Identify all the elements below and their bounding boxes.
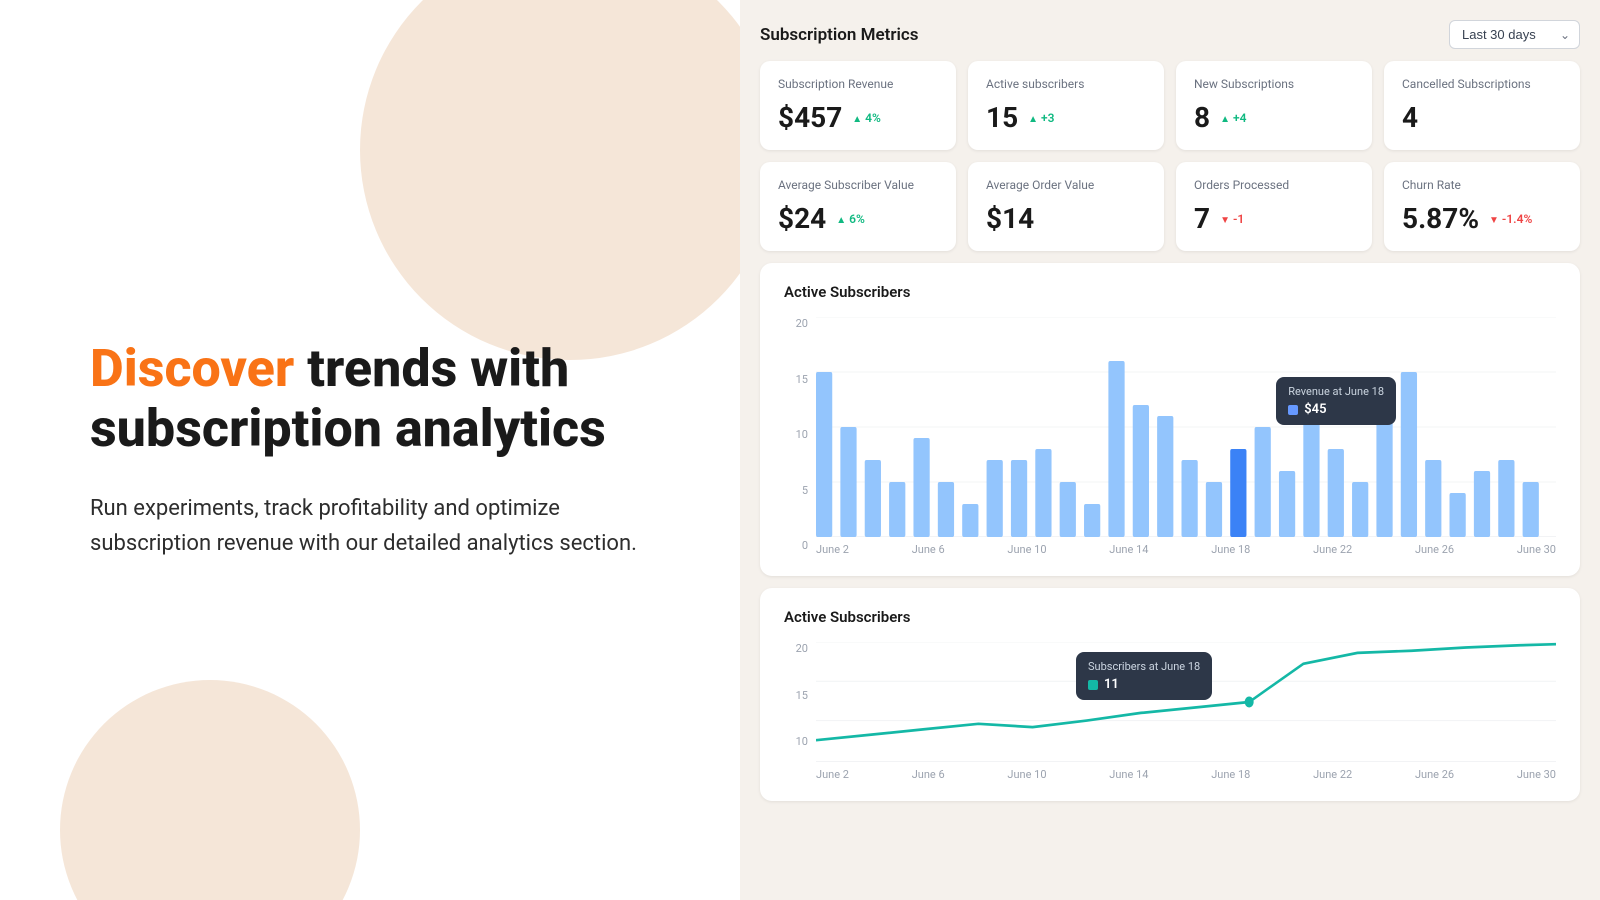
bg-shape-top [360, 0, 740, 360]
metric-label-0: Subscription Revenue [778, 77, 938, 91]
metric-value-row-5: $14 [986, 202, 1146, 235]
line-chart-svg [816, 642, 1556, 762]
metric-avg-subscriber-value: Average Subscriber Value $24 6% [760, 162, 956, 251]
metric-value-row-6: 7 -1 [1194, 202, 1354, 235]
date-filter-wrapper[interactable]: Last 30 days Last 7 days Last 90 days La… [1449, 20, 1580, 49]
metric-change-7: -1.4% [1489, 212, 1532, 226]
bar-chart-title: Active Subscribers [784, 283, 1556, 301]
metric-label-1: Active subscribers [986, 77, 1146, 91]
hero-title: Discover trends with subscription analyt… [90, 339, 660, 459]
bar-chart-section: Active Subscribers 20 15 10 5 0 [760, 263, 1580, 576]
line-chart-area: Subscribers at June 18 11 June 2 June 6 … [816, 642, 1556, 781]
hero-subtitle: Run experiments, track profitability and… [90, 491, 660, 561]
arrow-up-icon-1 [1028, 111, 1038, 125]
arrow-down-icon-7 [1489, 212, 1499, 226]
metric-churn-rate: Churn Rate 5.87% -1.4% [1384, 162, 1580, 251]
metric-cancelled-subscriptions: Cancelled Subscriptions 4 [1384, 61, 1580, 150]
bar-chart-y-axis: 20 15 10 5 0 [784, 317, 808, 556]
metric-new-subscriptions: New Subscriptions 8 +4 [1176, 61, 1372, 150]
line-chart-y-axis: 20 15 10 [784, 642, 808, 752]
bar-chart-wrapper: 20 15 10 5 0 [784, 317, 1556, 556]
metric-active-subscribers: Active subscribers 15 +3 [968, 61, 1164, 150]
metric-value-row-1: 15 +3 [986, 101, 1146, 134]
metric-value-2: 8 [1194, 101, 1210, 134]
left-content: Discover trends with subscription analyt… [90, 339, 660, 561]
metric-value-row-0: $457 4% [778, 101, 938, 134]
metric-value-0: $457 [778, 101, 842, 134]
metrics-row-2: Average Subscriber Value $24 6% Average … [760, 162, 1580, 251]
metric-value-4: $24 [778, 202, 826, 235]
metric-value-row-3: 4 [1402, 101, 1562, 134]
metric-change-6: -1 [1220, 212, 1244, 226]
metric-label-6: Orders Processed [1194, 178, 1354, 192]
metric-label-2: New Subscriptions [1194, 77, 1354, 91]
metric-value-row-2: 8 +4 [1194, 101, 1354, 134]
hero-title-highlight: Discover [90, 338, 294, 399]
line-chart-title: Active Subscribers [784, 608, 1556, 626]
bg-shape-bottom [60, 680, 360, 900]
bar-chart-x-axis: June 2 June 6 June 10 June 14 June 18 Ju… [816, 537, 1556, 556]
bar-chart-area: Revenue at June 18 $45 June 2 June 6 Jun… [816, 317, 1556, 556]
bar-chart-container: Revenue at June 18 $45 [816, 317, 1556, 537]
metric-label-3: Cancelled Subscriptions [1402, 77, 1562, 91]
metric-label-4: Average Subscriber Value [778, 178, 938, 192]
metrics-row-1: Subscription Revenue $457 4% Active subs… [760, 61, 1580, 150]
arrow-up-icon-4 [836, 212, 846, 226]
metric-orders-processed: Orders Processed 7 -1 [1176, 162, 1372, 251]
metric-value-6: 7 [1194, 202, 1210, 235]
metric-label-7: Churn Rate [1402, 178, 1562, 192]
line-chart-x-axis: June 2 June 6 June 10 June 14 June 18 Ju… [816, 762, 1556, 781]
metric-value-5: $14 [986, 202, 1034, 235]
right-panel[interactable]: Subscription Metrics Last 30 days Last 7… [740, 0, 1600, 900]
metric-change-4: 6% [836, 212, 865, 226]
metrics-title: Subscription Metrics [760, 25, 918, 45]
metric-change-1: +3 [1028, 111, 1054, 125]
arrow-down-icon-6 [1220, 212, 1230, 226]
left-panel: Discover trends with subscription analyt… [0, 0, 740, 900]
metrics-header: Subscription Metrics Last 30 days Last 7… [760, 20, 1580, 49]
bar-chart-svg [816, 317, 1556, 537]
metric-subscription-revenue: Subscription Revenue $457 4% [760, 61, 956, 150]
metric-label-5: Average Order Value [986, 178, 1146, 192]
metric-value-row-4: $24 6% [778, 202, 938, 235]
line-chart-section: Active Subscribers 20 15 10 [760, 588, 1580, 801]
arrow-up-icon-0 [852, 111, 862, 125]
metric-value-7: 5.87% [1402, 202, 1479, 235]
line-chart-wrapper: 20 15 10 [784, 642, 1556, 781]
metric-avg-order-value: Average Order Value $14 [968, 162, 1164, 251]
date-filter-select[interactable]: Last 30 days Last 7 days Last 90 days La… [1449, 20, 1580, 49]
metric-value-3: 4 [1402, 101, 1418, 134]
line-chart-container: Subscribers at June 18 11 [816, 642, 1556, 762]
metric-value-1: 15 [986, 101, 1018, 134]
arrow-up-icon-2 [1220, 111, 1230, 125]
metric-change-2: +4 [1220, 111, 1246, 125]
metric-change-0: 4% [852, 111, 881, 125]
metric-value-row-7: 5.87% -1.4% [1402, 202, 1562, 235]
